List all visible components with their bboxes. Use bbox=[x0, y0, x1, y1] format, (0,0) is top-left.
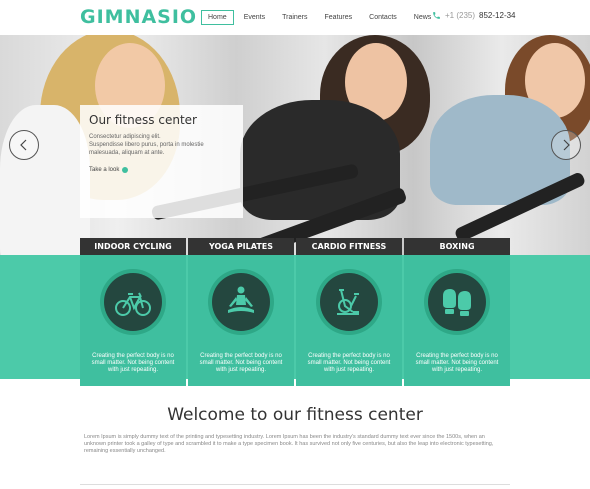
phone-number: 852-12-34 bbox=[479, 11, 516, 20]
feature-card[interactable]: Creating the perfect body is no small ma… bbox=[188, 255, 294, 386]
feature-icon-ring bbox=[316, 269, 382, 335]
nav-contacts[interactable]: Contacts bbox=[362, 10, 404, 25]
tab-yoga-pilates[interactable]: YOGA PILATES bbox=[188, 238, 294, 255]
feature-icon-circle bbox=[212, 273, 270, 331]
hero-text-line-2: Suspendisse libero purus, porta in moles… bbox=[89, 142, 204, 148]
feature-card[interactable]: Creating the perfect body is no small ma… bbox=[80, 255, 186, 386]
feature-text: Creating the perfect body is no small ma… bbox=[199, 353, 283, 373]
main-nav: Home Events Trainers Features Contacts N… bbox=[201, 10, 441, 25]
hero-caption: Our fitness center Consectetur adipiscin… bbox=[80, 105, 243, 218]
exercise-bike-icon bbox=[337, 289, 359, 315]
yoga-icon bbox=[228, 286, 254, 313]
feature-text: Creating the perfect body is no small ma… bbox=[307, 353, 391, 373]
arrow-right-icon bbox=[122, 167, 129, 173]
tab-indoor-cycling[interactable]: INDOOR CYCLING bbox=[80, 238, 186, 255]
hero-text: Consectetur adipiscing elit. Suspendisse… bbox=[89, 133, 234, 157]
feature-icon-ring bbox=[424, 269, 490, 335]
feature-text: Creating the perfect body is no small ma… bbox=[91, 353, 175, 373]
slider-prev-button[interactable] bbox=[9, 130, 39, 160]
nav-trainers[interactable]: Trainers bbox=[275, 10, 314, 25]
category-tabs: INDOOR CYCLING YOGA PILATES CARDIO FITNE… bbox=[80, 238, 510, 255]
nav-features[interactable]: Features bbox=[318, 10, 360, 25]
nav-events[interactable]: Events bbox=[237, 10, 272, 25]
features: Creating the perfect body is no small ma… bbox=[80, 255, 510, 386]
phone-contact: +1 (235) 852-12-34 bbox=[432, 11, 516, 20]
welcome-text: Lorem Ipsum is simply dummy text of the … bbox=[84, 434, 494, 454]
hero-text-line-3: malesuada, aliquam at ante. bbox=[89, 150, 165, 156]
nav-home[interactable]: Home bbox=[201, 10, 234, 25]
feature-icon-ring bbox=[208, 269, 274, 335]
hero-slider: Our fitness center Consectetur adipiscin… bbox=[0, 35, 590, 255]
hero-title: Our fitness center bbox=[89, 113, 197, 127]
phone-prefix: +1 (235) bbox=[445, 11, 476, 20]
tab-boxing[interactable]: BOXING bbox=[404, 238, 510, 255]
slider-next-button[interactable] bbox=[551, 130, 581, 160]
hero-link-label: Take a look bbox=[89, 167, 120, 173]
hero-figure-left-body bbox=[0, 105, 90, 255]
feature-icon-circle bbox=[428, 273, 486, 331]
feature-icon-circle bbox=[320, 273, 378, 331]
bicycle-icon bbox=[115, 292, 151, 316]
feature-text: Creating the perfect body is no small ma… bbox=[415, 353, 499, 373]
tab-cardio-fitness[interactable]: CARDIO FITNESS bbox=[296, 238, 402, 255]
logo[interactable]: GIMNASIO bbox=[80, 6, 197, 28]
welcome-title: Welcome to our fitness center bbox=[167, 405, 423, 425]
feature-card[interactable]: Creating the perfect body is no small ma… bbox=[296, 255, 402, 386]
hero-link[interactable]: Take a look bbox=[89, 167, 234, 173]
chevron-right-icon bbox=[563, 139, 570, 151]
feature-card[interactable]: Creating the perfect body is no small ma… bbox=[404, 255, 510, 386]
boxing-gloves-icon bbox=[443, 289, 471, 316]
chevron-left-icon bbox=[20, 139, 27, 151]
feature-icon-ring bbox=[100, 269, 166, 335]
hero-text-line-1: Consectetur adipiscing elit. bbox=[89, 134, 161, 140]
header: GIMNASIO Home Events Trainers Features C… bbox=[0, 0, 590, 35]
phone-icon bbox=[433, 12, 440, 19]
divider bbox=[80, 484, 510, 485]
feature-icon-circle bbox=[104, 273, 162, 331]
